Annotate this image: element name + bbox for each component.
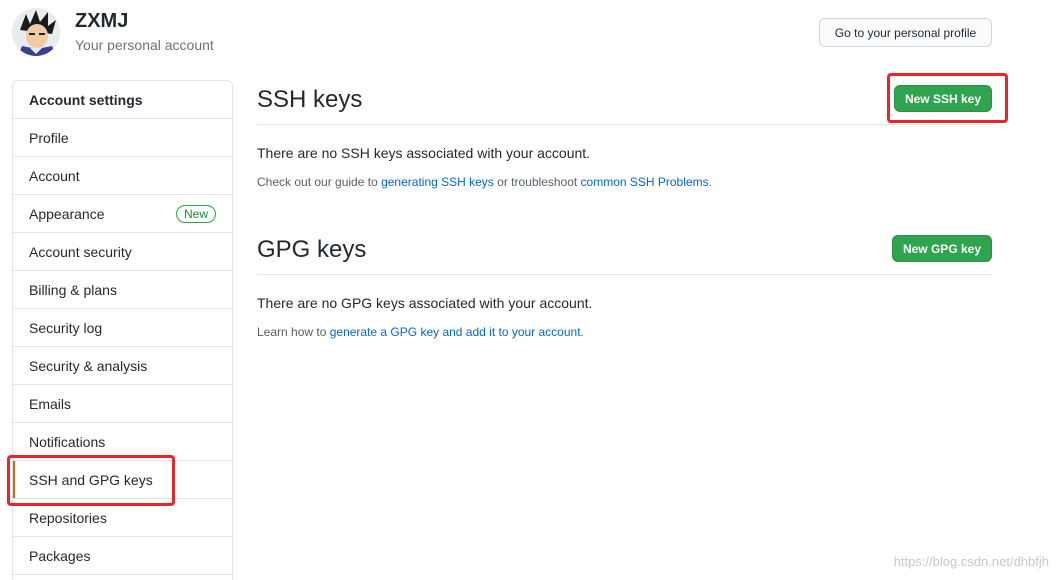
ssh-empty-message: There are no SSH keys associated with yo… <box>257 145 591 161</box>
avatar[interactable] <box>12 8 60 56</box>
sidebar-item-label: Account security <box>29 243 132 260</box>
sidebar-item-billing[interactable]: Billing & plans <box>13 271 232 309</box>
sidebar-item-label: Emails <box>29 395 72 412</box>
ssh-note-prefix: Check out our guide to <box>257 175 382 189</box>
new-gpg-key-button[interactable]: New GPG key <box>892 235 992 262</box>
sidebar-item-label: Repositories <box>29 509 107 526</box>
settings-sidebar: Account settings Profile Account Appeara… <box>12 80 233 580</box>
ssh-note-suffix: . <box>708 175 712 189</box>
sidebar-item-label: Billing & plans <box>29 281 117 298</box>
sidebar-item-repositories[interactable]: Repositories <box>13 499 232 537</box>
sidebar-item-packages[interactable]: Packages <box>13 537 232 575</box>
ssh-divider <box>257 124 992 125</box>
gpg-note-prefix: Learn how to <box>257 325 330 339</box>
go-to-profile-button[interactable]: Go to your personal profile <box>819 18 992 47</box>
gpg-empty-message: There are no GPG keys associated with yo… <box>257 295 593 311</box>
sidebar-item-account-security[interactable]: Account security <box>13 233 232 271</box>
sidebar-item-label: Profile <box>29 129 69 146</box>
new-badge: New <box>175 204 216 223</box>
gpg-divider <box>257 274 992 275</box>
generating-ssh-keys-link[interactable]: generating SSH keys <box>381 175 494 189</box>
sidebar-item-label: Notifications <box>29 433 106 450</box>
account-type-label: Your personal account <box>75 37 214 53</box>
new-ssh-key-button[interactable]: New SSH key <box>894 85 992 112</box>
sidebar-item-label: Appearance <box>29 205 105 222</box>
ssh-keys-title: SSH keys <box>257 86 363 113</box>
sidebar-item-label: SSH and GPG keys <box>29 471 153 488</box>
sidebar-item-label: Packages <box>29 547 91 564</box>
sidebar-item-security-log[interactable]: Security log <box>13 309 232 347</box>
sidebar-item-profile[interactable]: Profile <box>13 119 232 157</box>
sidebar-item-label: Security & analysis <box>29 357 148 374</box>
sidebar-item-emails[interactable]: Emails <box>13 385 232 423</box>
avatar-image <box>12 8 60 56</box>
gpg-note-suffix: . <box>580 325 584 339</box>
sidebar-heading: Account settings <box>13 81 232 119</box>
watermark: https://blog.csdn.net/dhbfjh <box>893 554 1049 569</box>
sidebar-item-label: Account <box>29 167 80 184</box>
common-ssh-problems-link[interactable]: common SSH Problems <box>581 175 709 189</box>
sidebar-item-ssh-gpg-keys[interactable]: SSH and GPG keys <box>13 461 232 499</box>
sidebar-item-appearance[interactable]: Appearance New <box>13 195 232 233</box>
ssh-note-middle: or troubleshoot <box>493 175 581 189</box>
gpg-keys-title: GPG keys <box>257 236 367 263</box>
generate-gpg-key-link[interactable]: generate a GPG key and add it to your ac… <box>330 325 581 339</box>
sidebar-item-security-analysis[interactable]: Security & analysis <box>13 347 232 385</box>
ssh-guide-note: Check out our guide to generating SSH ke… <box>257 175 712 189</box>
sidebar-item-notifications[interactable]: Notifications <box>13 423 232 461</box>
sidebar-item-label: Security log <box>29 319 103 336</box>
gpg-guide-note: Learn how to generate a GPG key and add … <box>257 325 584 339</box>
username[interactable]: ZXMJ <box>75 10 128 33</box>
sidebar-item-account[interactable]: Account <box>13 157 232 195</box>
